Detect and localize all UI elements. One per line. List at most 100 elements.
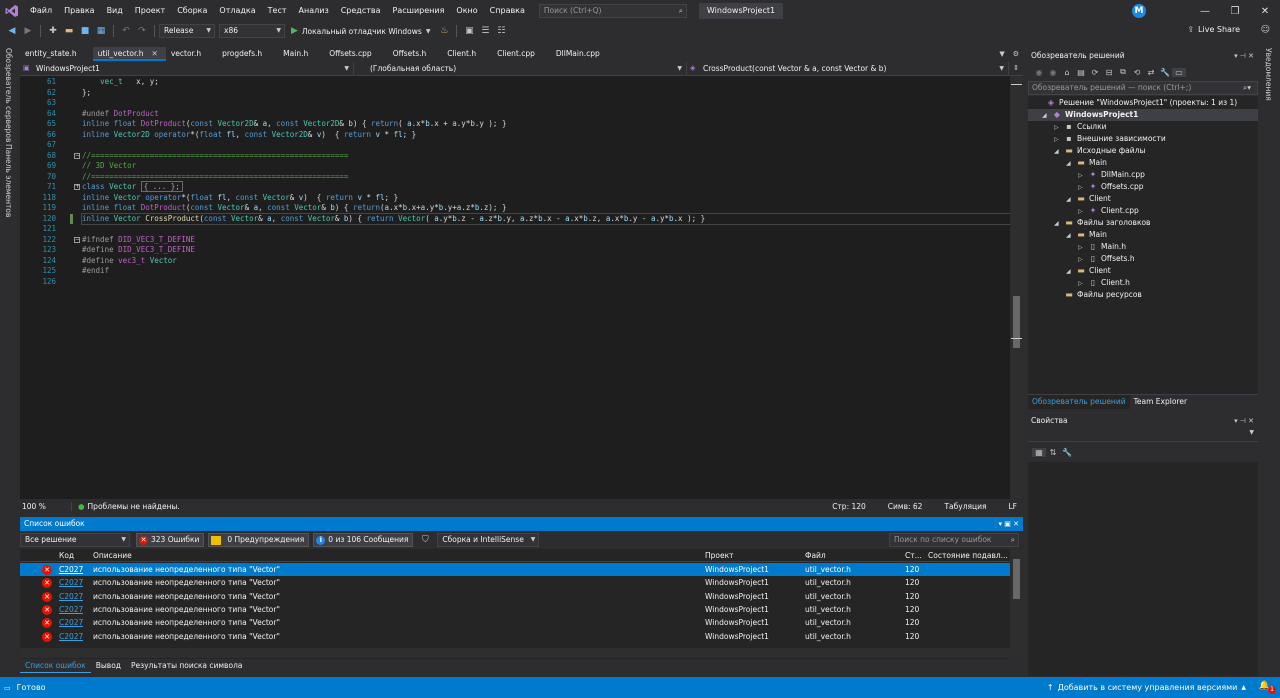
document-tab[interactable]: entity_state.h	[20, 47, 93, 61]
error-row[interactable]: ✕ C2027 использование неопределенного типа…	[20, 590, 1010, 603]
menu-item[interactable]: Анализ	[293, 0, 335, 22]
solution-panel-tab[interactable]: Обозреватель решений	[1028, 395, 1130, 409]
undo-icon[interactable]: ↶	[118, 26, 134, 36]
bottom-tab[interactable]: Результаты поиска символа	[126, 659, 247, 673]
tree-node[interactable]: ◢ ▬ Client	[1066, 265, 1111, 277]
code-line[interactable]: 125 #endif	[20, 266, 1010, 277]
comment-icon[interactable]: ☰	[477, 26, 493, 36]
error-row[interactable]: ✕ C2027 использование неопределенного типа…	[20, 603, 1010, 616]
scrollbar-thumb[interactable]	[1013, 296, 1020, 348]
error-list-horizontal-scrollbar[interactable]	[20, 648, 1010, 658]
warnings-filter-button[interactable]: 0 Предупреждения	[208, 533, 310, 547]
tree-node[interactable]: ▷ ▯ Offsets.h	[1078, 253, 1135, 265]
error-row[interactable]: ✕ C2027 использование неопределенного типа…	[20, 616, 1010, 629]
server-explorer-tab[interactable]: Обозреватель серверов	[4, 48, 13, 142]
menu-item[interactable]: Правка	[58, 0, 100, 22]
fold-toggle-icon[interactable]: −	[74, 152, 80, 159]
save-icon[interactable]: ■	[77, 26, 93, 36]
code-line[interactable]: 62};	[20, 88, 1010, 99]
error-row[interactable]: ✕ C2027 использование неопределенного типа…	[20, 563, 1010, 576]
code-line[interactable]: 119 inline float DotProduct(const Vector&…	[20, 203, 1010, 214]
toolbox-tab[interactable]: Панель элементов	[4, 144, 13, 217]
tree-node[interactable]: ◢ ◆ WindowsProject1	[1028, 109, 1258, 121]
notifications-tab[interactable]: Уведомления	[1264, 48, 1273, 101]
save-all-icon[interactable]: ▦	[93, 26, 109, 36]
expander-icon[interactable]: ◢	[1066, 194, 1075, 206]
tree-node[interactable]: ◢ ▬ Client	[1066, 193, 1111, 205]
line-ending-indicator[interactable]: LF	[1009, 502, 1018, 511]
error-row[interactable]: ✕ C2027 использование неопределенного типа…	[20, 630, 1010, 643]
document-tab[interactable]: vector.h	[166, 47, 217, 61]
redo-icon[interactable]: ↷	[134, 26, 150, 36]
account-avatar[interactable]: M	[1132, 4, 1146, 18]
panel-controls[interactable]: ▾ ⊣ ✕	[1234, 49, 1254, 63]
code-line[interactable]: 126	[20, 277, 1010, 288]
tree-node[interactable]: ▷ ▯ Main.h	[1078, 241, 1126, 253]
code-line[interactable]: 123 #define DID_VEC3_T_DEFINE	[20, 245, 1010, 256]
person-icon[interactable]: ☺	[1261, 25, 1270, 35]
messages-filter-button[interactable]: i 0 из 106 Сообщения	[313, 533, 414, 547]
scope-select[interactable]: (Глобальная область) ▼	[354, 62, 687, 75]
column-header-project[interactable]: Проект	[705, 549, 734, 562]
menu-item[interactable]: Сборка	[171, 0, 213, 22]
code-line[interactable]: 68 //====================================…	[20, 151, 1010, 162]
collapse-all-icon[interactable]: ⊟	[1102, 68, 1116, 77]
fold-toggle-icon[interactable]: −	[74, 236, 80, 243]
code-line[interactable]: 124 #define vec3_t Vector	[20, 256, 1010, 267]
refresh-icon[interactable]: ⟲	[1130, 68, 1144, 77]
error-code-link[interactable]: C2027	[59, 576, 83, 589]
code-line[interactable]: 61 vec_t x, y;	[20, 77, 1010, 88]
home-icon[interactable]: ⌂	[1060, 68, 1074, 77]
error-search-input[interactable]: Поиск по списку ошибок ⌕	[889, 533, 1019, 547]
code-line[interactable]: 71 class Vector { ... };	[20, 181, 1010, 193]
tree-node[interactable]: ▷ ▪ Ссылки	[1054, 121, 1106, 133]
expander-icon[interactable]: ◢	[1066, 158, 1075, 170]
menu-item[interactable]: Проект	[129, 0, 171, 22]
open-file-icon[interactable]: ▬	[61, 26, 77, 36]
column-header-code[interactable]: Код	[59, 549, 74, 562]
tree-node[interactable]: ▷ ✦ Client.cpp	[1078, 205, 1139, 217]
live-share-button[interactable]: ⇪ Live Share	[1187, 25, 1240, 34]
code-line[interactable]: 118 inline Vector operator*(float fl, con…	[20, 193, 1010, 204]
close-icon[interactable]: ✕	[1250, 6, 1280, 17]
uncomment-icon[interactable]: ☷	[493, 26, 509, 36]
tab-list-icon[interactable]: ▼	[995, 47, 1008, 61]
browser-link-icon[interactable]: ♨	[436, 26, 452, 36]
categorized-icon[interactable]: ▦	[1032, 447, 1046, 457]
new-project-icon[interactable]: ✚	[45, 26, 61, 36]
column-header-line[interactable]: Ст...	[905, 549, 925, 562]
tree-node[interactable]: ◢ ▬ Main	[1066, 157, 1107, 169]
document-tab[interactable]: util_vector.h ✕	[92, 47, 166, 61]
error-code-link[interactable]: C2027	[59, 590, 83, 603]
expander-icon[interactable]: ◢	[1066, 230, 1075, 242]
camera-icon[interactable]: ▣	[461, 26, 477, 36]
tree-node[interactable]: ◢ ▬ Main	[1066, 229, 1107, 241]
project-select[interactable]: ▣ WindowsProject1 ▼	[20, 62, 354, 75]
document-tab[interactable]: Main.h	[278, 47, 324, 61]
column-header-suppression-state[interactable]: Состояние подавл...	[928, 549, 1008, 562]
restore-icon[interactable]: ❐	[1220, 6, 1250, 17]
platform-select[interactable]: x86 ▼	[219, 24, 285, 38]
properties-object-select[interactable]: ▼	[1028, 429, 1258, 442]
bottom-tab[interactable]: Список ошибок	[20, 659, 91, 673]
scrollbar-thumb[interactable]	[1013, 559, 1020, 599]
menu-item[interactable]: Вид	[101, 0, 129, 22]
show-all-files-icon[interactable]: ⧉	[1116, 67, 1130, 77]
configuration-select[interactable]: Release ▼	[159, 24, 215, 38]
member-select[interactable]: ◈ CrossProduct(const Vector & a, const V…	[687, 62, 1009, 75]
filter-icon[interactable]: ⛉	[417, 535, 433, 545]
scope-filter-select[interactable]: Все решение ▼	[20, 533, 130, 547]
switch-views-icon[interactable]: ▤	[1074, 68, 1088, 77]
close-icon[interactable]: ✕	[152, 49, 158, 58]
property-pages-icon[interactable]: 🔧	[1060, 448, 1074, 457]
add-to-source-control-button[interactable]: ↑ Добавить в систему управления версиями…	[1047, 683, 1246, 692]
tree-node[interactable]: ▬ Файлы ресурсов	[1054, 289, 1142, 301]
start-debugging-button[interactable]: ▶ Локальный отладчик Windows ▼	[291, 26, 430, 36]
forward-icon[interactable]: ◉	[1046, 68, 1060, 77]
tree-node[interactable]: ▷ ✦ Offsets.cpp	[1078, 181, 1143, 193]
error-row[interactable]: ✕ C2027 использование неопределенного типа…	[20, 576, 1010, 589]
code-line[interactable]: 63	[20, 98, 1010, 109]
expander-icon[interactable]: ◢	[1054, 146, 1063, 158]
code-editor[interactable]: 61 vec_t x, y; 62}; 63 64 #undef DotProduct 6…	[20, 76, 1023, 499]
fold-toggle-icon[interactable]: +	[74, 184, 80, 190]
